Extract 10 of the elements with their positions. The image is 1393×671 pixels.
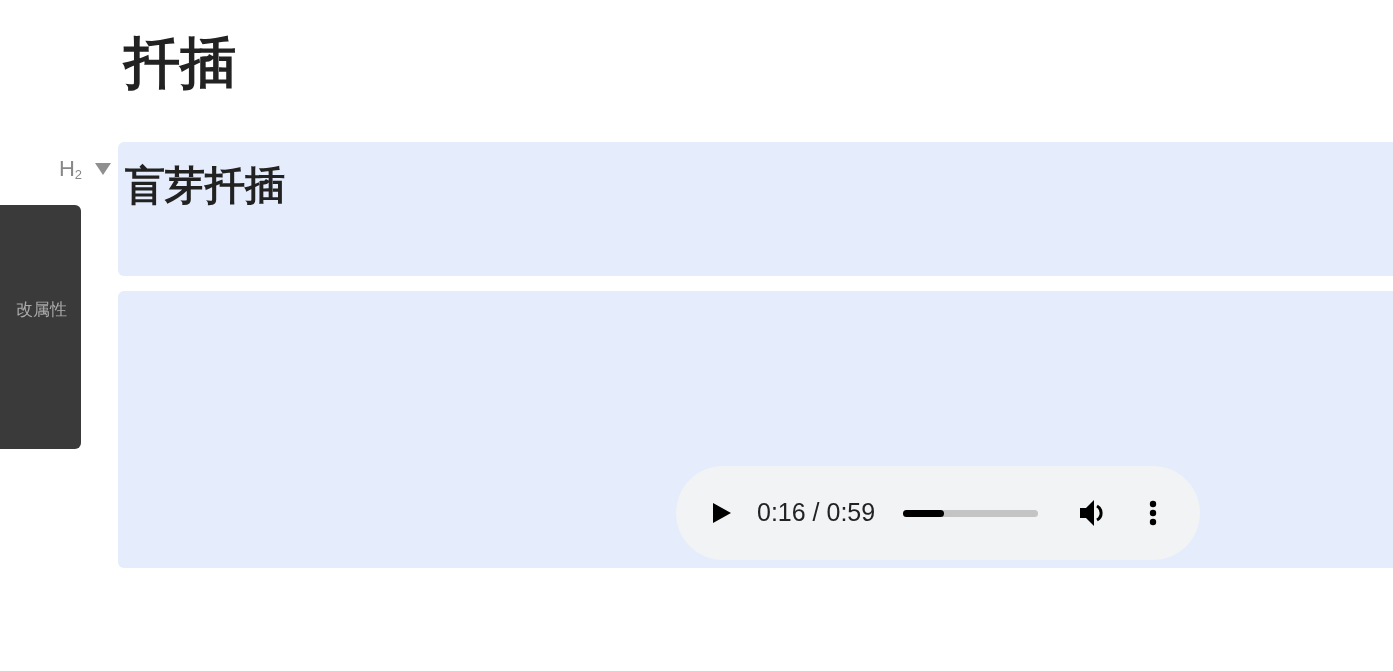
page-title: 扦插 (124, 30, 237, 96)
time-display: 0:16 / 0:59 (757, 497, 876, 529)
seek-slider[interactable] (903, 509, 1039, 517)
audio-player[interactable]: 0:16 / 0:59 (676, 466, 1200, 560)
play-button[interactable] (712, 503, 732, 523)
more-options-icon[interactable] (1149, 500, 1158, 526)
heading-text: 盲芽扦插 (125, 162, 286, 209)
caret-icon[interactable] (94, 162, 112, 176)
tooltip-text: 改属性 (16, 299, 67, 321)
heading-level-label[interactable]: H$_{2}$ (58, 158, 82, 180)
